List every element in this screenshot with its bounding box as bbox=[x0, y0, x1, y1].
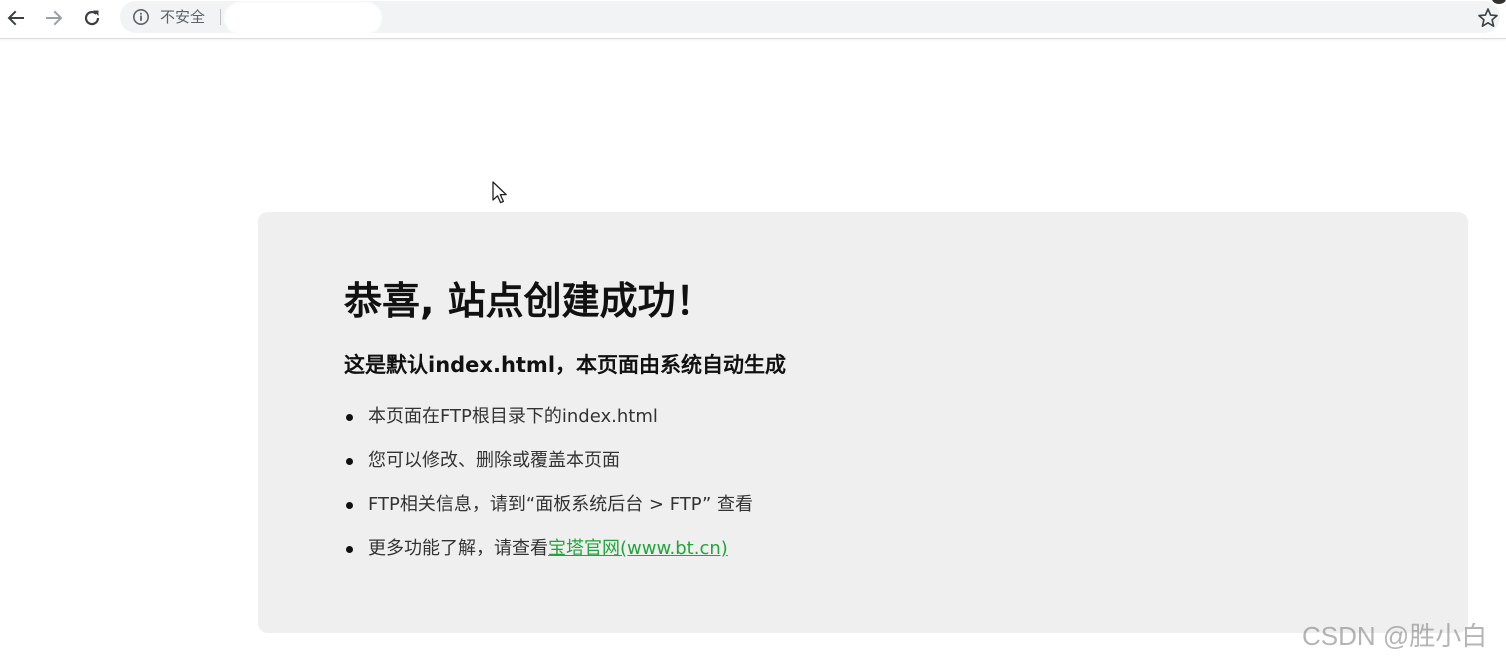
list-item-text: 您可以修改、删除或覆盖本页面 bbox=[368, 450, 620, 471]
back-button[interactable] bbox=[2, 4, 30, 32]
page-subtitle: 这是默认index.html，本页面由系统自动生成 bbox=[344, 353, 787, 377]
bt-official-site-link[interactable]: 宝塔官网(www.bt.cn) bbox=[548, 538, 728, 559]
csdn-watermark: CSDN @胜小白 bbox=[1302, 621, 1488, 651]
omnibox-separator bbox=[220, 9, 221, 25]
reload-icon bbox=[84, 10, 100, 26]
browser-toolbar: 不安全 bbox=[0, 0, 1506, 39]
welcome-card: 恭喜, 站点创建成功！ 这是默认index.html，本页面由系统自动生成 本页… bbox=[258, 212, 1468, 633]
forward-button[interactable] bbox=[40, 4, 68, 32]
bullet-icon bbox=[346, 546, 353, 553]
page-title: 恭喜, 站点创建成功！ bbox=[344, 279, 714, 323]
mouse-cursor-icon bbox=[492, 181, 507, 204]
security-status-label[interactable]: 不安全 bbox=[160, 7, 205, 27]
list-item: 您可以修改、删除或覆盖本页面 bbox=[344, 448, 1428, 474]
info-icon[interactable] bbox=[132, 8, 150, 26]
profile-avatar[interactable] bbox=[1492, 0, 1506, 4]
list-item: 更多功能了解，请查看宝塔官网(www.bt.cn) bbox=[344, 536, 1428, 562]
url-text[interactable] bbox=[224, 2, 382, 34]
bullet-icon bbox=[346, 414, 353, 421]
arrow-right-icon bbox=[46, 10, 63, 26]
list-item-text: 更多功能了解，请查看 bbox=[368, 538, 548, 559]
address-bar[interactable]: 不安全 bbox=[120, 1, 1500, 34]
bullet-icon bbox=[346, 502, 353, 509]
arrow-left-icon bbox=[7, 10, 24, 26]
list-item: 本页面在FTP根目录下的index.html bbox=[344, 404, 1428, 430]
list-item: FTP相关信息，请到“面板系统后台 > FTP” 查看 bbox=[344, 492, 1428, 518]
reload-button[interactable] bbox=[78, 4, 106, 32]
bullet-icon bbox=[346, 458, 353, 465]
welcome-card-content: 恭喜, 站点创建成功！ 这是默认index.html，本页面由系统自动生成 本页… bbox=[344, 274, 1428, 580]
info-list: 本页面在FTP根目录下的index.html 您可以修改、删除或覆盖本页面 FT… bbox=[344, 404, 1428, 562]
star-icon[interactable] bbox=[1476, 6, 1500, 30]
list-item-text: FTP相关信息，请到“面板系统后台 > FTP” 查看 bbox=[368, 494, 754, 515]
list-item-text: 本页面在FTP根目录下的index.html bbox=[368, 406, 658, 427]
